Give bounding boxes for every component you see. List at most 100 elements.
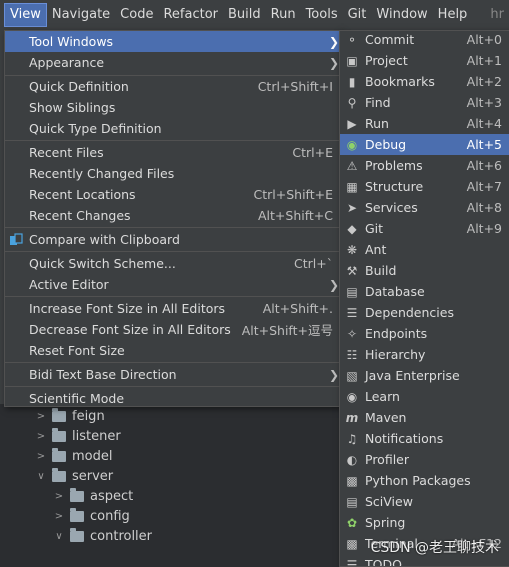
tree-item[interactable]: ∨controller (52, 526, 152, 546)
menu-item-label: Recent Changes (29, 208, 131, 223)
tool-window-sciview[interactable]: ▤SciView (340, 491, 509, 512)
menu-item-quick-type-definition[interactable]: Quick Type Definition (5, 118, 341, 139)
chevron-right-icon[interactable]: > (34, 451, 48, 462)
menu-item-increase-font-size[interactable]: Increase Font Size in All EditorsAlt+Shi… (5, 298, 341, 319)
menu-item-label: Endpoints (365, 326, 427, 341)
menu-refactor[interactable]: Refactor (158, 4, 223, 26)
tool-window-build[interactable]: ⚒Build (340, 260, 509, 281)
menu-navigate[interactable]: Navigate (47, 4, 115, 26)
tool-window-hierarchy[interactable]: ☷Hierarchy (340, 344, 509, 365)
tool-window-database[interactable]: ▤Database (340, 281, 509, 302)
tool-window-problems[interactable]: ⚠ProblemsAlt+6 (340, 155, 509, 176)
menu-separator (5, 386, 341, 387)
shortcut-label: Alt+Shift+逗号 (242, 320, 333, 339)
menu-item-quick-switch-scheme[interactable]: Quick Switch Scheme...Ctrl+` (5, 253, 341, 274)
tree-item[interactable]: > feign (34, 406, 105, 426)
shortcut-label: Alt+Shift+. (263, 301, 333, 316)
chevron-right-icon[interactable]: > (34, 431, 48, 442)
menu-item-quick-definition[interactable]: Quick DefinitionCtrl+Shift+I (5, 76, 341, 97)
tree-item[interactable]: ∨server (34, 466, 113, 486)
tool-window-dependencies[interactable]: ☰Dependencies (340, 302, 509, 323)
commit-icon: ⚬ (345, 33, 359, 47)
menu-item-scientific-mode[interactable]: Scientific Mode (5, 388, 341, 409)
tool-window-learn[interactable]: ◉ Learn (340, 386, 509, 407)
tool-window-endpoints[interactable]: ✧Endpoints (340, 323, 509, 344)
tree-item-label: feign (72, 409, 105, 424)
learn-icon: ◉ (345, 390, 359, 404)
menu-item-recent-changes[interactable]: Recent ChangesAlt+Shift+C (5, 205, 341, 226)
tool-windows-submenu: ⚬CommitAlt+0 ▣ProjectAlt+1 ▮BookmarksAlt… (339, 30, 509, 567)
tool-window-spring[interactable]: ✿Spring (340, 512, 509, 533)
menu-item-label: Decrease Font Size in All Editors (29, 322, 231, 337)
menu-separator (5, 251, 341, 252)
chevron-right-icon[interactable]: > (52, 491, 66, 502)
maven-icon: m (345, 411, 359, 425)
menu-item-label: Recent Files (29, 145, 104, 160)
tree-item-label: model (72, 449, 112, 464)
tool-window-commit[interactable]: ⚬CommitAlt+0 (340, 30, 509, 50)
menu-item-recently-changed-files[interactable]: Recently Changed Files (5, 163, 341, 184)
chevron-right-icon[interactable]: > (34, 411, 48, 422)
menu-item-label: Profiler (365, 452, 409, 467)
tree-item[interactable]: >config (52, 506, 130, 526)
menu-item-label: Dependencies (365, 305, 454, 320)
folder-icon (70, 511, 84, 522)
menu-run[interactable]: Run (266, 4, 301, 26)
menu-item-decrease-font-size[interactable]: Decrease Font Size in All Editors Alt+Shi… (5, 319, 341, 340)
shortcut-label: Alt+6 (467, 158, 502, 173)
tool-window-profiler[interactable]: ◐Profiler (340, 449, 509, 470)
menu-git[interactable]: Git (343, 4, 372, 26)
menu-tools[interactable]: Tools (301, 4, 343, 26)
menu-item-label: SciView (365, 494, 413, 509)
menu-item-label: Debug (365, 137, 406, 152)
tool-window-notifications[interactable]: ♫Notifications (340, 428, 509, 449)
menu-item-recent-locations[interactable]: Recent LocationsCtrl+Shift+E (5, 184, 341, 205)
tool-window-python-packages[interactable]: ▩Python Packages (340, 470, 509, 491)
tool-window-git[interactable]: ◆GitAlt+9 (340, 218, 509, 239)
ant-icon: ❋ (345, 243, 359, 257)
menu-window[interactable]: Window (371, 4, 432, 26)
menu-item-active-editor[interactable]: Active Editor❯ (5, 274, 341, 295)
chevron-right-icon: ❯ (329, 278, 339, 292)
menu-item-appearance[interactable]: Appearance❯ (5, 52, 341, 73)
menu-build[interactable]: Build (223, 4, 266, 26)
debug-icon: ◉ (345, 138, 359, 152)
chevron-right-icon[interactable]: > (52, 511, 66, 522)
menu-item-reset-font-size[interactable]: Reset Font Size (5, 340, 341, 361)
watermark: CSDN @老王聊技术 (371, 537, 499, 557)
tool-window-debug[interactable]: ◉DebugAlt+5 (340, 134, 509, 155)
menu-item-label: Learn (365, 389, 400, 404)
tree-item-label: listener (72, 429, 121, 444)
menu-item-tool-windows[interactable]: Tool Windows❯ (5, 31, 341, 52)
tool-window-structure[interactable]: ▦StructureAlt+7 (340, 176, 509, 197)
tool-window-ant[interactable]: ❋Ant (340, 239, 509, 260)
folder-icon (52, 451, 66, 462)
menu-item-show-siblings[interactable]: Show Siblings (5, 97, 341, 118)
menu-item-compare-with-clipboard[interactable]: Compare with Clipboard (5, 229, 341, 250)
tool-window-bookmarks[interactable]: ▮BookmarksAlt+2 (340, 71, 509, 92)
window-title-fragment: hr (485, 4, 509, 26)
tree-item[interactable]: > model (34, 446, 112, 466)
services-icon: ➤ (345, 201, 359, 215)
tool-window-find[interactable]: ⚲FindAlt+3 (340, 92, 509, 113)
tree-item[interactable]: > listener (34, 426, 121, 446)
tool-window-project[interactable]: ▣ProjectAlt+1 (340, 50, 509, 71)
menu-item-label: Quick Definition (29, 79, 129, 94)
menu-item-label: Services (365, 200, 418, 215)
tree-item[interactable]: >aspect (52, 486, 133, 506)
tool-window-maven[interactable]: mMaven (340, 407, 509, 428)
menu-view[interactable]: View (4, 3, 47, 27)
menu-code[interactable]: Code (115, 4, 158, 26)
chevron-down-icon[interactable]: ∨ (52, 531, 66, 542)
shortcut-label: Ctrl+Shift+E (254, 187, 334, 202)
menu-item-recent-files[interactable]: Recent FilesCtrl+E (5, 142, 341, 163)
menu-help[interactable]: Help (433, 4, 473, 26)
tool-window-services[interactable]: ➤ServicesAlt+8 (340, 197, 509, 218)
menu-item-bidi-text-direction[interactable]: Bidi Text Base Direction❯ (5, 364, 341, 385)
tool-window-java-enterprise[interactable]: ▧Java Enterprise (340, 365, 509, 386)
tool-window-run[interactable]: ▶RunAlt+4 (340, 113, 509, 134)
project-tree: >feign >listener >model ∨server >aspect … (0, 404, 340, 565)
menu-item-label: Bookmarks (365, 74, 435, 89)
shortcut-label: Alt+2 (467, 74, 502, 89)
chevron-down-icon[interactable]: ∨ (34, 471, 48, 482)
